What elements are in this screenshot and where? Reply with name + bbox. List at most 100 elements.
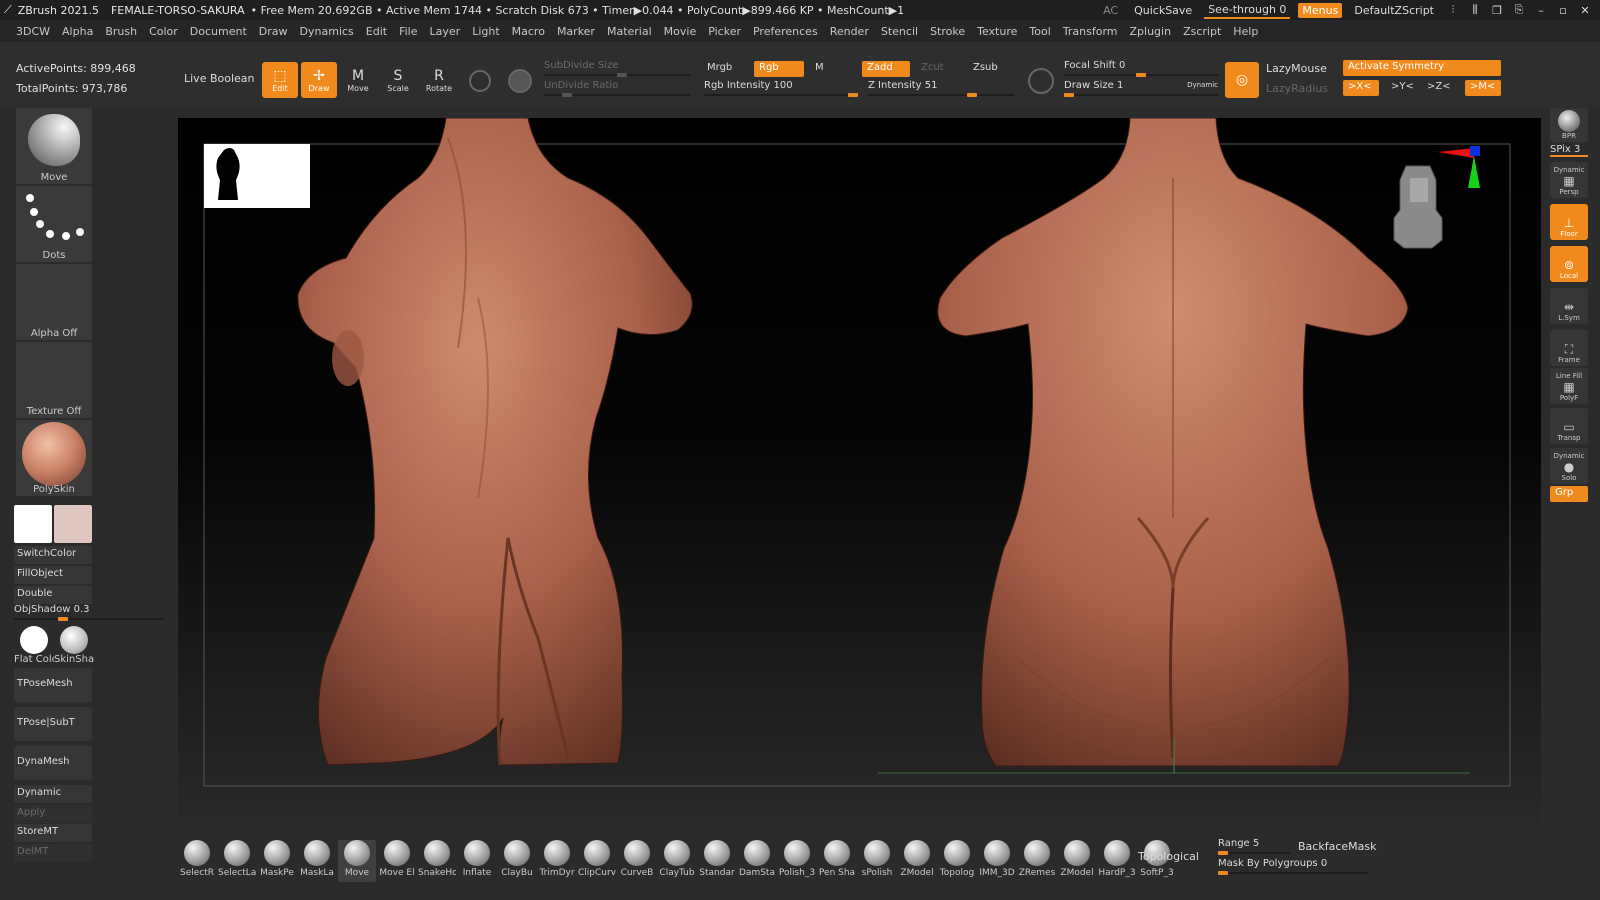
menus-button[interactable]: Menus (1298, 2, 1343, 18)
spix-slider[interactable]: SPix 3 (1550, 144, 1588, 157)
texture-thumbnail[interactable]: Texture Off (16, 342, 92, 418)
default-zscript-button[interactable]: DefaultZScript (1350, 3, 1438, 18)
menu-material[interactable]: Material (601, 25, 658, 38)
dynamesh-button[interactable]: DynaMesh (14, 746, 92, 780)
brush-slot[interactable]: Move (338, 840, 376, 882)
focal-shift-slider[interactable]: Focal Shift 0 (1064, 60, 1218, 77)
maximize-icon[interactable]: ▫ (1556, 4, 1570, 17)
canvas-viewport[interactable] (178, 118, 1541, 830)
menu-help[interactable]: Help (1227, 25, 1264, 38)
menu-edit[interactable]: Edit (360, 25, 393, 38)
brush-slot[interactable]: MaskLa (298, 840, 336, 882)
menu-movie[interactable]: Movie (658, 25, 703, 38)
menu-3dcw[interactable]: 3DCW (10, 25, 56, 38)
z-intensity-slider[interactable]: Z Intensity 51 (868, 80, 1014, 97)
brush-slot[interactable]: ZModel (898, 840, 936, 882)
brush-slot[interactable]: ZModel (1058, 840, 1096, 882)
menu-zscript[interactable]: Zscript (1177, 25, 1227, 38)
symmetry-x-button[interactable]: >X< (1343, 80, 1379, 96)
stroke-thumbnail[interactable]: Dots (16, 186, 92, 262)
menu-color[interactable]: Color (143, 25, 184, 38)
local-button[interactable]: ⊚ Local (1550, 246, 1588, 282)
grp-button[interactable]: Grp (1550, 486, 1588, 502)
brush-size-sym-icon[interactable] (1028, 68, 1054, 94)
minimize-icon[interactable]: – (1534, 4, 1548, 17)
rgb-button[interactable]: Rgb (754, 61, 804, 77)
window-tile-icon[interactable]: ❐ (1490, 4, 1504, 17)
undivide-ratio-slider[interactable]: UnDivide Ratio (544, 80, 690, 97)
brush-slot[interactable]: ClipCurv (578, 840, 616, 882)
layout-icon[interactable]: ⫶ (1446, 3, 1460, 17)
dynamic-size-toggle[interactable]: Dynamic (1187, 81, 1218, 89)
menu-transform[interactable]: Transform (1057, 25, 1124, 38)
brush-slot[interactable]: ClayTub (658, 840, 696, 882)
window-alt-icon[interactable]: ⎘ (1512, 3, 1526, 17)
brush-slot[interactable]: Polish_3 (778, 840, 816, 882)
menu-dynamics[interactable]: Dynamics (294, 25, 360, 38)
tpose-subt-button[interactable]: TPose|SubT (14, 707, 92, 741)
tposemesh-button[interactable]: TPoseMesh (14, 668, 92, 702)
move-button[interactable]: M Move (340, 62, 376, 98)
flat-color-button[interactable]: Flat Colc (14, 626, 54, 666)
rgb-intensity-slider[interactable]: Rgb Intensity 100 (704, 80, 858, 97)
range-slider[interactable]: Range 5 (1218, 838, 1290, 855)
objshadow-slider[interactable]: ObjShadow 0.3 (14, 604, 164, 621)
apply-button[interactable]: Apply (14, 805, 92, 823)
edit-button[interactable]: ⬚ Edit (262, 62, 298, 98)
live-boolean-button[interactable]: Live Boolean (184, 72, 255, 85)
fillobject-button[interactable]: FillObject (14, 566, 92, 584)
brush-slot[interactable]: CurveB (618, 840, 656, 882)
secondary-color-swatch[interactable] (54, 505, 92, 543)
navigator-thumbnail[interactable] (204, 144, 310, 208)
brush-slot[interactable]: ClayBu (498, 840, 536, 882)
axis-gizmo-icon[interactable] (1438, 146, 1480, 188)
brush-slot[interactable]: SelectR (178, 840, 216, 882)
menu-light[interactable]: Light (466, 25, 505, 38)
activate-symmetry-button[interactable]: Activate Symmetry (1343, 60, 1501, 76)
switchcolor-button[interactable]: SwitchColor (14, 546, 92, 564)
polyf-button[interactable]: Line Fill ▦ PolyF (1550, 368, 1588, 404)
brush-slot[interactable]: ZRemes (1018, 840, 1056, 882)
symmetry-z-button[interactable]: >Z< (1422, 80, 1458, 96)
menu-stencil[interactable]: Stencil (875, 25, 924, 38)
quicksave-button[interactable]: QuickSave (1130, 3, 1196, 18)
brush-slot[interactable]: Inflate (458, 840, 496, 882)
persp-button[interactable]: Dynamic ▦ Persp (1550, 162, 1588, 198)
brush-dynamic-button[interactable]: ◎ (1225, 62, 1259, 98)
frame-button[interactable]: ⛶ Frame (1550, 330, 1588, 366)
mask-by-polygroups-slider[interactable]: Mask By Polygroups 0 (1218, 858, 1368, 875)
close-icon[interactable]: ✕ (1578, 4, 1592, 17)
brush-slot[interactable]: Topolog (938, 840, 976, 882)
main-color-swatch[interactable] (14, 505, 52, 543)
menu-draw[interactable]: Draw (253, 25, 294, 38)
brush-slot[interactable]: HardP_3 (1098, 840, 1136, 882)
brush-slot[interactable]: sPolish (858, 840, 896, 882)
alpha-thumbnail[interactable]: Alpha Off (16, 264, 92, 340)
menu-file[interactable]: File (393, 25, 423, 38)
menu-macro[interactable]: Macro (506, 25, 551, 38)
topological-button[interactable]: Topological (1138, 850, 1199, 863)
torso-model-left[interactable] (297, 118, 693, 766)
menu-texture[interactable]: Texture (971, 25, 1023, 38)
yin-yang-icon[interactable] (508, 69, 532, 93)
menu-picker[interactable]: Picker (702, 25, 747, 38)
floor-button[interactable]: ⊥ Floor (1550, 204, 1588, 240)
menu-layer[interactable]: Layer (424, 25, 467, 38)
menu-alpha[interactable]: Alpha (56, 25, 99, 38)
menu-render[interactable]: Render (824, 25, 875, 38)
rotate-button[interactable]: R Rotate (421, 62, 457, 98)
solo-button[interactable]: Dynamic ● Solo (1550, 448, 1588, 484)
scale-button[interactable]: S Scale (380, 62, 416, 98)
menu-marker[interactable]: Marker (551, 25, 601, 38)
see-through-slider[interactable]: See-through 0 (1204, 2, 1291, 19)
transp-button[interactable]: ▭ Transp (1550, 408, 1588, 444)
menu-brush[interactable]: Brush (99, 25, 143, 38)
brush-thumbnail[interactable]: Move (16, 108, 92, 184)
sphere-icon[interactable] (469, 70, 491, 92)
skin-shade-button[interactable]: SkinSha (54, 626, 94, 666)
mrgb-button[interactable]: Mrgb (702, 61, 737, 77)
head-orientation-icon[interactable] (1393, 165, 1443, 249)
brush-slot[interactable]: DamSta (738, 840, 776, 882)
menu-tool[interactable]: Tool (1023, 25, 1056, 38)
menu-document[interactable]: Document (184, 25, 253, 38)
